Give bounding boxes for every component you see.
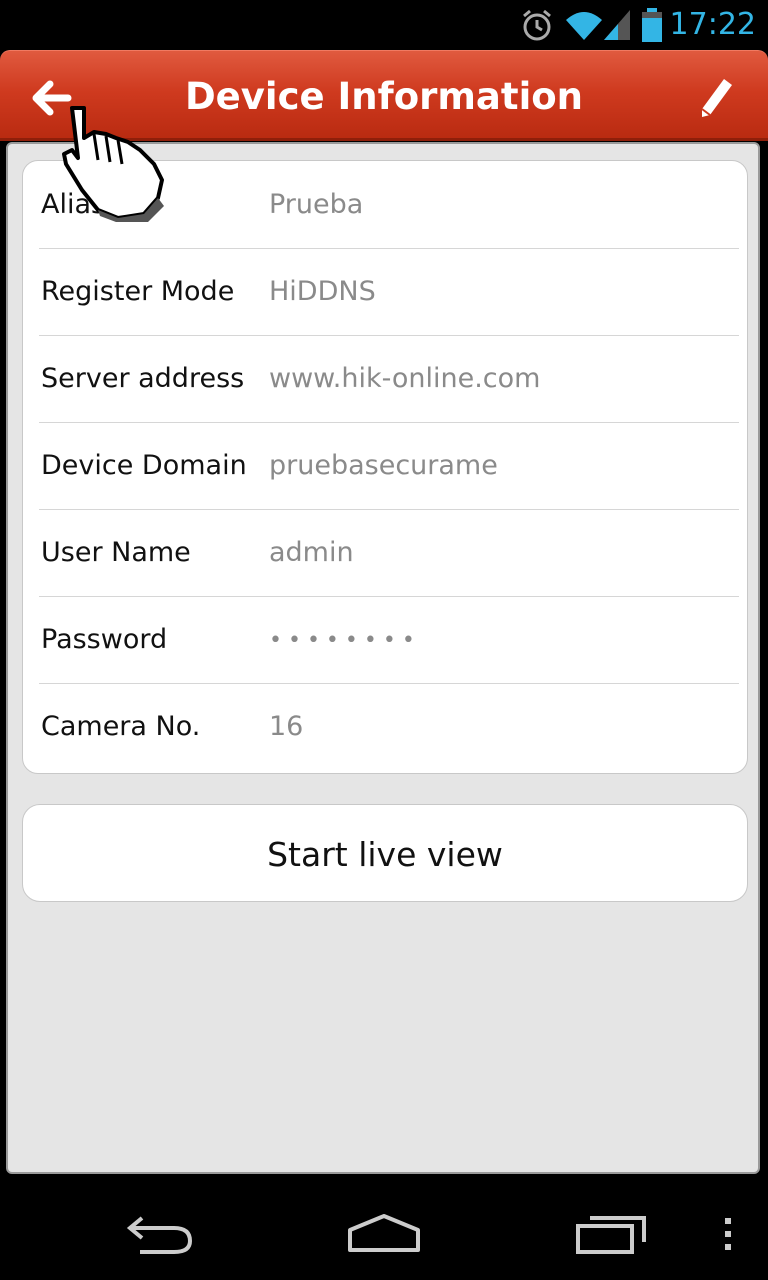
info-row-user-name: User Name admin (39, 509, 739, 597)
row-label: Camera No. (41, 711, 201, 742)
recents-nav-icon[interactable] (574, 1214, 648, 1254)
row-value: Prueba (269, 189, 364, 220)
row-value: www.hik-online.com (269, 363, 541, 394)
edit-button[interactable] (694, 75, 738, 125)
main-content: Alias Prueba Register Mode HiDDNS Server… (6, 142, 760, 1174)
password-value: •••••••• (269, 628, 421, 653)
status-bar: 17:22 (0, 0, 768, 50)
info-row-device-domain: Device Domain pruebasecurame (39, 422, 739, 510)
row-label: Device Domain (41, 450, 247, 481)
device-info-card: Alias Prueba Register Mode HiDDNS Server… (22, 160, 748, 774)
info-row-password: Password •••••••• (39, 596, 739, 684)
row-label: User Name (41, 537, 191, 568)
row-label: Alias (41, 189, 106, 220)
alarm-icon (523, 9, 551, 41)
info-row-alias: Alias Prueba (39, 161, 739, 249)
page-title: Device Information (184, 75, 584, 118)
battery-icon (642, 8, 662, 42)
row-label: Password (41, 624, 168, 655)
signal-icon (604, 10, 630, 40)
pencil-icon (701, 79, 732, 117)
nav-bar (0, 1184, 768, 1280)
title-bar: Device Information (0, 50, 768, 141)
info-row-camera-no: Camera No. 16 (39, 683, 739, 770)
row-label: Server address (41, 363, 245, 394)
info-row-register-mode: Register Mode HiDDNS (39, 248, 739, 336)
overflow-menu-icon[interactable] (720, 1214, 736, 1254)
back-nav-icon[interactable] (124, 1214, 196, 1254)
row-value: pruebasecurame (269, 450, 498, 481)
row-value: HiDDNS (269, 276, 376, 307)
row-value: admin (269, 537, 354, 568)
info-row-server-address: Server address www.hik-online.com (39, 335, 739, 423)
start-live-view-label: Start live view (267, 835, 503, 874)
row-value: 16 (269, 711, 304, 742)
start-live-view-button[interactable]: Start live view (22, 804, 748, 902)
wifi-icon (566, 12, 602, 40)
status-time: 17:22 (669, 7, 756, 42)
row-label: Register Mode (41, 276, 235, 307)
home-nav-icon[interactable] (346, 1212, 422, 1254)
